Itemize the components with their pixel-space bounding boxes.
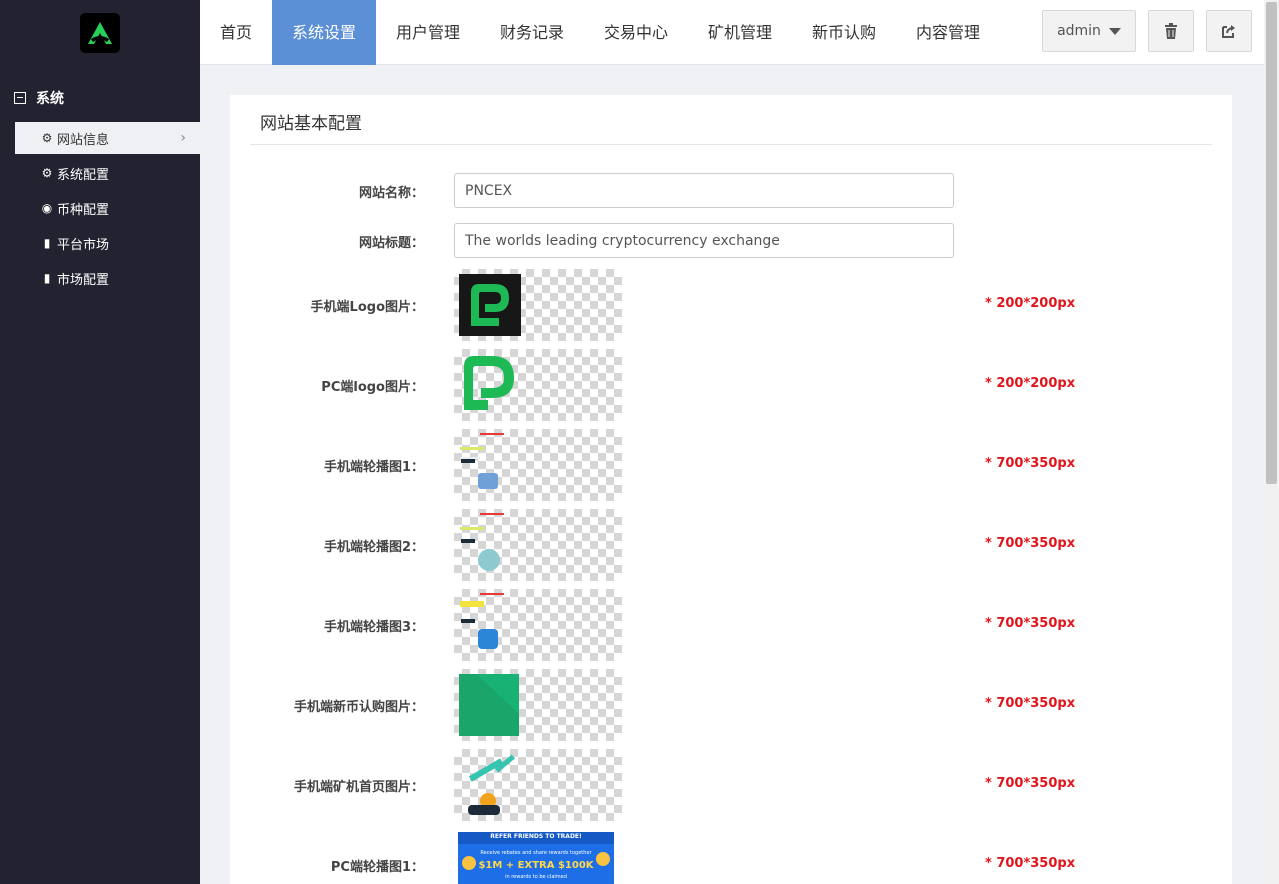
banner-amount: $1M + EXTRA $100K	[478, 860, 594, 871]
site-config-panel: 网站基本配置 网站名称： 网站标题： 手机端Logo图片： * 200*200px…	[230, 95, 1232, 884]
mobile-banner-1-thumb	[458, 433, 506, 493]
collapse-icon	[14, 92, 26, 104]
image-upload-preview[interactable]	[454, 269, 622, 341]
image-size-hint: * 700*350px	[985, 776, 1076, 791]
mobile-banner-2-thumb	[458, 513, 506, 573]
bar-chart-icon: ▮	[43, 236, 51, 250]
image-upload-preview[interactable]	[454, 429, 622, 501]
site-name-label: 网站名称：	[358, 186, 424, 201]
nav-tab[interactable]: 用户管理	[376, 0, 480, 65]
gear-icon: ⚙	[41, 131, 53, 145]
banner-headline: REFER FRIENDS TO TRADE!	[490, 833, 582, 840]
image-upload-preview[interactable]	[454, 589, 622, 661]
logout-icon	[1222, 25, 1235, 38]
trash-icon	[1165, 23, 1177, 39]
banner-footnote: in rewards to be claimed	[505, 874, 567, 880]
pc-logo-thumb	[459, 352, 521, 414]
caret-down-icon	[1108, 27, 1121, 35]
sidebar-group-label: 系统	[36, 91, 64, 107]
sidebar-item[interactable]: ▮ 市场配置	[15, 262, 200, 294]
image-upload-preview[interactable]: REFER FRIENDS TO TRADE! Receive rebates a…	[454, 829, 622, 884]
scrollbar-thumb[interactable]	[1266, 2, 1277, 484]
sidebar-item-label: 市场配置	[57, 272, 110, 288]
logo-icon	[88, 22, 112, 44]
mobile-miner-home-thumb	[458, 753, 528, 817]
image-upload-preview[interactable]	[454, 749, 622, 821]
nav-tab[interactable]: 内容管理	[896, 0, 1000, 65]
user-name: admin	[1057, 23, 1101, 39]
app-logo[interactable]	[80, 13, 120, 53]
nav-tab[interactable]: 新币认购	[792, 0, 896, 65]
sidebar-item[interactable]: ⚙ 网站信息 ›	[15, 122, 200, 154]
mobile-banner-3-thumb	[458, 593, 506, 653]
site-title-label: 网站标题：	[358, 236, 424, 251]
sidebar-item-label: 平台市场	[57, 237, 110, 253]
sidebar-group-system[interactable]: 系统	[14, 88, 64, 108]
chevron-right-icon: ›	[180, 130, 186, 146]
image-field-label: 手机端轮播图2：	[323, 540, 424, 555]
banner-subline: Receive rebates and share rewards togeth…	[480, 850, 592, 856]
logout-button[interactable]	[1206, 10, 1252, 52]
divider	[250, 144, 1212, 145]
pc-banner-1-thumb: REFER FRIENDS TO TRADE! Receive rebates a…	[458, 832, 614, 884]
nav-tab[interactable]: 首页	[200, 0, 272, 65]
image-size-hint: * 700*350px	[985, 616, 1076, 631]
image-field-label: 手机端Logo图片：	[310, 300, 424, 315]
image-size-hint: * 200*200px	[985, 296, 1076, 311]
sidebar-item[interactable]: ⚙ 系统配置	[15, 157, 200, 189]
nav-tab[interactable]: 系统设置	[272, 0, 377, 65]
mobile-logo-thumb	[459, 274, 521, 336]
sidebar-item-label: 系统配置	[57, 167, 110, 183]
image-size-hint: * 200*200px	[985, 376, 1076, 391]
image-field-label: PC端轮播图1：	[330, 860, 424, 875]
image-field-label: PC端logo图片：	[321, 380, 424, 395]
clear-cache-button[interactable]	[1148, 10, 1194, 52]
image-size-hint: * 700*350px	[985, 856, 1076, 871]
image-size-hint: * 700*350px	[985, 456, 1076, 471]
image-upload-preview[interactable]	[454, 349, 622, 421]
panel-title: 网站基本配置	[260, 114, 362, 134]
sidebar-item-label: 网站信息	[57, 132, 110, 148]
nav-tab[interactable]: 财务记录	[480, 0, 584, 65]
sidebar-item-label: 币种配置	[57, 202, 110, 218]
top-nav: 首页 系统设置 用户管理 财务记录 交易中心 矿机管理 新币认购 内容管理 admin	[200, 0, 1264, 65]
target-icon: ◉	[41, 201, 53, 215]
image-field-label: 手机端矿机首页图片：	[293, 780, 424, 795]
mobile-new-coin-thumb	[459, 674, 519, 736]
site-title-input[interactable]	[454, 223, 954, 258]
nav-tab[interactable]: 交易中心	[584, 0, 688, 65]
image-field-label: 手机端轮播图3：	[323, 620, 424, 635]
image-upload-preview[interactable]	[454, 669, 622, 741]
user-dropdown-button[interactable]: admin	[1042, 10, 1136, 52]
sidebar-item[interactable]: ◉ 币种配置	[15, 192, 200, 224]
site-name-input[interactable]	[454, 173, 954, 208]
image-field-label: 手机端轮播图1：	[323, 460, 424, 475]
sidebar-item[interactable]: ▮ 平台市场	[15, 227, 200, 259]
bar-chart-icon: ▮	[43, 271, 51, 285]
image-size-hint: * 700*350px	[985, 536, 1076, 551]
nav-tab[interactable]: 矿机管理	[688, 0, 792, 65]
gear-icon: ⚙	[41, 166, 53, 180]
image-size-hint: * 700*350px	[985, 696, 1076, 711]
image-field-label: 手机端新币认购图片：	[293, 700, 424, 715]
sidebar: 系统 ⚙ 网站信息 › ⚙ 系统配置 ◉ 币种配置 ▮ 平台市场 ▮ 市场配置	[0, 0, 200, 884]
image-upload-preview[interactable]	[454, 509, 622, 581]
page-scrollbar[interactable]	[1264, 0, 1279, 884]
